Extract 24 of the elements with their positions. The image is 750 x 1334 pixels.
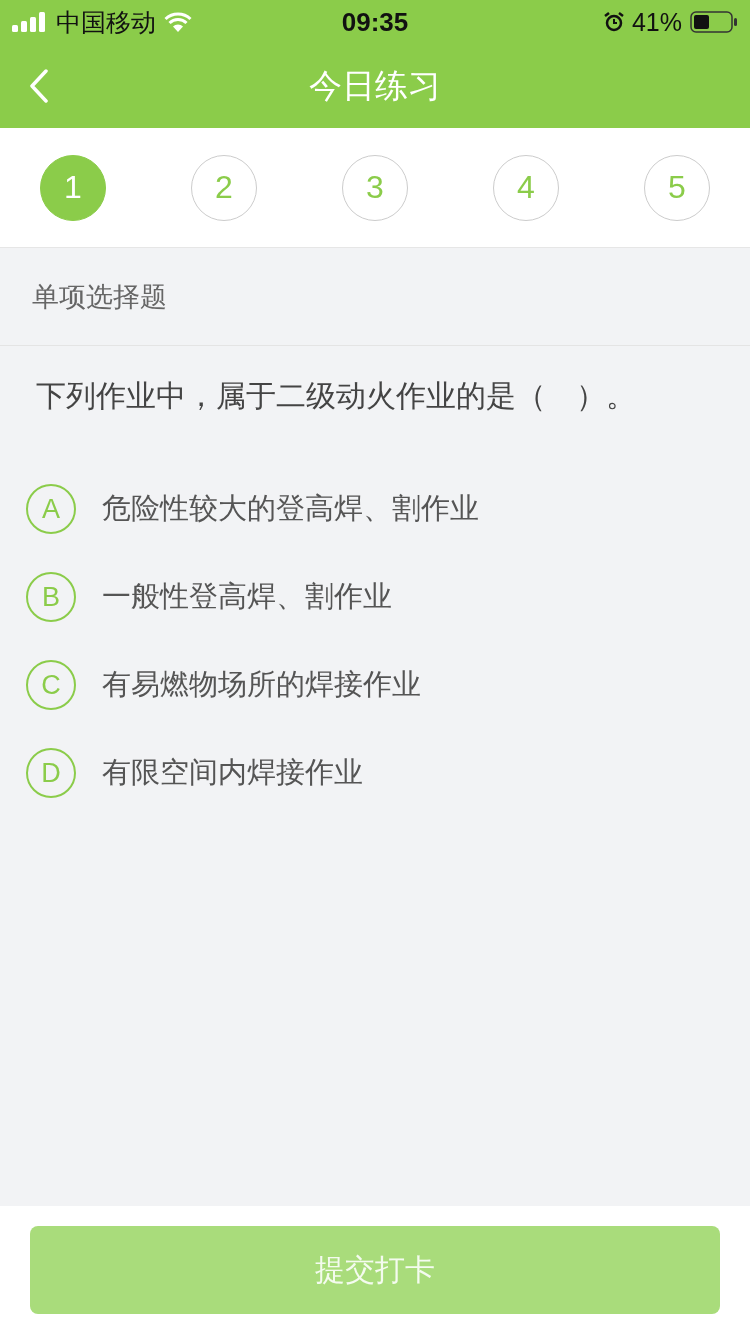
question-type-label: 单项选择题	[32, 279, 167, 314]
battery-percent: 41%	[631, 7, 682, 37]
page-title: 今日练习	[309, 64, 441, 107]
question-text: 下列作业中，属于二级动火作业的是（ ）。	[35, 377, 637, 415]
question-number-button[interactable]: 2	[191, 154, 257, 221]
option-radio[interactable]: B	[26, 572, 76, 622]
question-number-button[interactable]: 4	[493, 154, 559, 221]
question-number-button[interactable]: 5	[644, 154, 710, 221]
option-radio[interactable]: C	[26, 660, 76, 710]
alarm-icon	[603, 12, 624, 32]
option-text[interactable]: 有易燃物场所的焊接作业	[102, 665, 421, 705]
question-number-button[interactable]: 3	[342, 154, 408, 221]
status-time: 09:35	[341, 6, 409, 38]
question-number-button[interactable]: 1	[40, 154, 106, 221]
signal-icon	[12, 12, 48, 32]
option-text[interactable]: 有限空间内焊接作业	[102, 753, 363, 793]
option-text[interactable]: 危险性较大的登高焊、割作业	[102, 489, 479, 529]
option-radio[interactable]: D	[26, 748, 76, 798]
back-icon[interactable]	[28, 69, 50, 103]
carrier-name: 中国移动	[56, 6, 156, 39]
wifi-icon	[164, 12, 192, 32]
battery-icon	[690, 11, 738, 33]
option-text[interactable]: 一般性登高焊、割作业	[102, 577, 392, 617]
option-radio[interactable]: A	[26, 484, 76, 534]
